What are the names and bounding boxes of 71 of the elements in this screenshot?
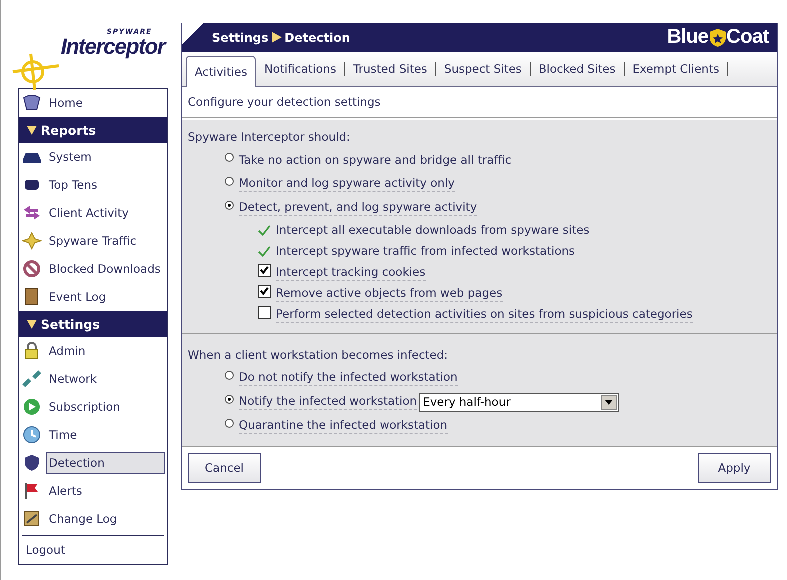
option-label: Perform selected detection activities on sites from suspicious categories <box>276 306 693 322</box>
home-icon <box>22 94 42 112</box>
option-label: Notify the infected workstation <box>239 394 418 410</box>
sidebar-item[interactable]: Event Log <box>46 286 165 308</box>
brand-word: Blue <box>667 26 709 49</box>
radio-button[interactable] <box>225 370 234 380</box>
breadcrumb-item[interactable]: Settings <box>212 30 269 44</box>
checkbox[interactable] <box>258 284 271 298</box>
cancel-button[interactable]: Cancel <box>188 453 261 483</box>
section-header[interactable]: Settings <box>19 311 167 337</box>
arrow-icon <box>272 32 282 43</box>
checkmark-icon <box>258 225 271 236</box>
sidebar-item[interactable]: Home <box>46 92 165 114</box>
document-icon <box>22 510 42 528</box>
sidebar-item[interactable]: Change Log <box>46 508 165 530</box>
tab[interactable]: Activities <box>186 56 256 87</box>
section-header[interactable]: Reports <box>19 117 167 143</box>
sidebar-item[interactable]: Detection <box>46 452 165 474</box>
option-label: Detect, prevent, and log spyware activity <box>239 200 478 216</box>
sidebar-item[interactable]: Subscription <box>46 396 165 418</box>
tab[interactable]: Blocked Sites <box>530 56 624 82</box>
radio-button[interactable] <box>225 418 234 428</box>
checkbox[interactable] <box>258 264 271 276</box>
network-icon <box>22 370 42 388</box>
option-label: Take no action on spyware and bridge all traffic <box>239 152 512 168</box>
play-icon <box>22 398 42 416</box>
prohibited-icon <box>22 260 42 278</box>
caret-icon <box>605 400 614 404</box>
breadcrumb-item[interactable]: Detection <box>284 30 350 44</box>
radio-button[interactable] <box>225 394 234 404</box>
tab[interactable]: Exempt Clients <box>624 56 728 82</box>
tab[interactable]: Notifications <box>256 56 344 82</box>
sidebar-item[interactable]: Blocked Downloads <box>46 258 165 280</box>
checkmark-icon <box>258 246 271 257</box>
crosshair-icon <box>11 52 61 92</box>
option-label: Remove active objects from web pages <box>276 286 503 302</box>
checkbox[interactable] <box>258 306 271 318</box>
clock-icon <box>22 426 42 444</box>
radio-button[interactable] <box>225 152 234 162</box>
logo-name: Interceptor <box>61 34 165 60</box>
sidebar-item[interactable]: Spyware Traffic <box>46 230 165 252</box>
sidebar-item[interactable]: Top Tens <box>46 174 165 196</box>
sidebar-item[interactable]: Admin <box>46 340 165 362</box>
section-title: Spyware Interceptor should: <box>188 129 352 146</box>
option-label: Monitor and log spyware activity only <box>239 176 455 192</box>
sidebar-item[interactable]: Network <box>46 368 165 390</box>
shield-star-icon <box>708 28 727 48</box>
interval-dropdown[interactable]: Every half-hour <box>419 392 620 412</box>
sidebar-item[interactable]: Client Activity <box>46 202 165 224</box>
tab[interactable]: Trusted Sites <box>345 56 436 82</box>
arrows-icon <box>22 204 42 222</box>
star-icon <box>22 232 42 250</box>
tab[interactable]: Suspect Sites <box>436 56 530 82</box>
apply-button[interactable]: Apply <box>698 453 771 483</box>
section-title: When a client workstation becomes infected: <box>188 347 450 364</box>
sidebar-item[interactable]: Time <box>46 424 165 446</box>
radio-button[interactable] <box>225 176 234 186</box>
radio-button[interactable] <box>225 200 234 210</box>
option-label: Intercept tracking cookies <box>276 264 426 280</box>
description-text: Configure your detection settings <box>188 95 381 109</box>
option-label: Intercept all executable downloads from spyware sites <box>276 223 590 238</box>
sidebar-item[interactable]: System <box>46 146 165 168</box>
option-label: Intercept spyware traffic from infected workstations <box>276 244 576 259</box>
sidebar-item[interactable]: Alerts <box>46 480 165 502</box>
logout-link[interactable]: Logout <box>26 543 66 557</box>
brand-word: Coat <box>726 26 769 49</box>
section-title: Settings <box>41 316 100 332</box>
badge-icon <box>22 454 42 472</box>
option-label: Quarantine the infected workstation <box>239 418 448 434</box>
section-title: Reports <box>41 122 96 138</box>
option-label: Do not notify the infected workstation <box>239 370 458 386</box>
